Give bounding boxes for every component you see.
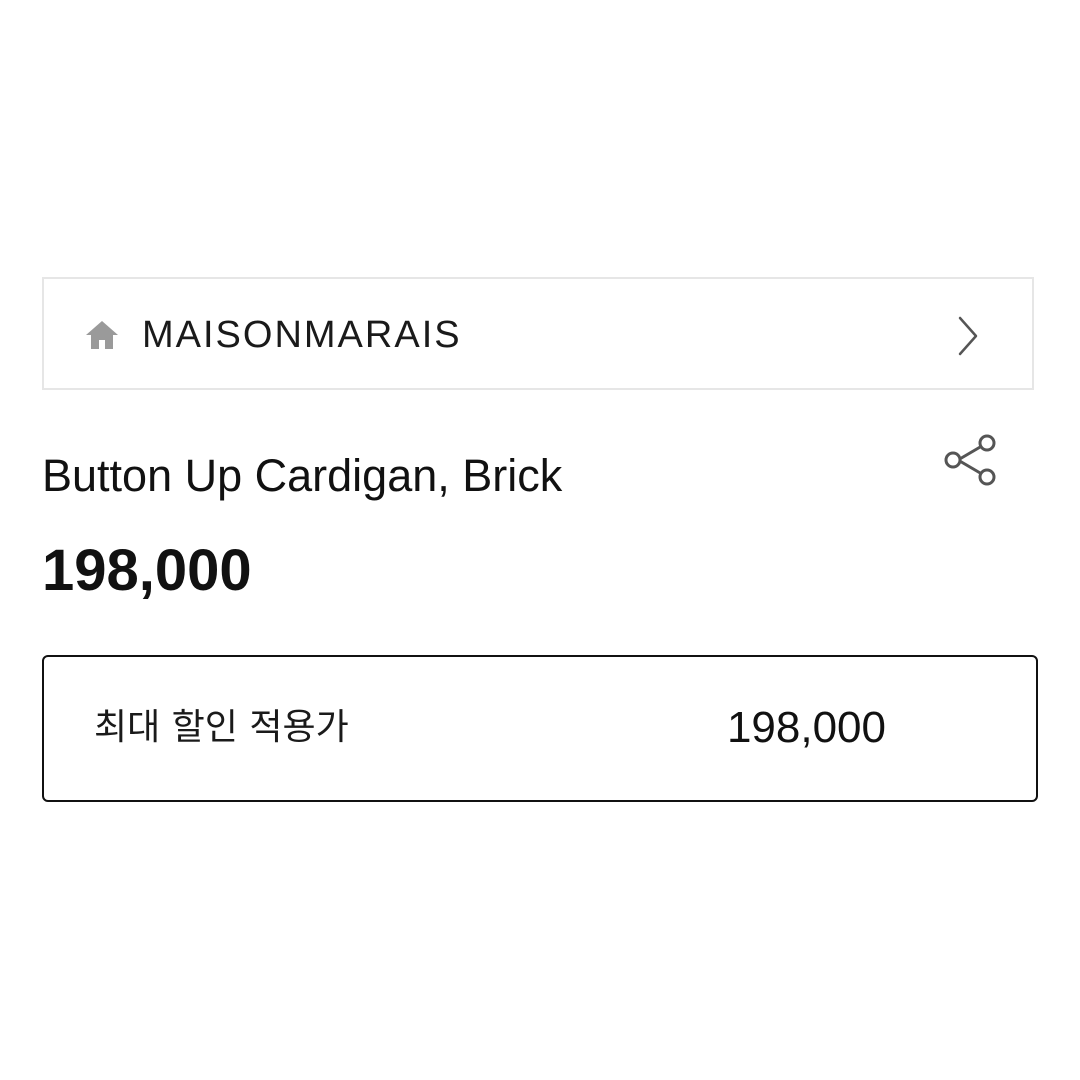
discount-price: 198,000 bbox=[726, 703, 886, 752]
product-title: Button Up Cardigan, Brick bbox=[42, 450, 563, 501]
share-button[interactable] bbox=[940, 430, 1002, 492]
chevron-right-icon bbox=[958, 316, 978, 356]
brand-name: MAISONMARAIS bbox=[142, 314, 462, 356]
brand-store-link[interactable]: MAISONMARAIS bbox=[42, 277, 1034, 390]
discount-label: 최대 할인 적용가 bbox=[94, 707, 349, 748]
share-icon bbox=[944, 434, 996, 486]
product-price: 198,000 bbox=[42, 538, 252, 603]
max-discount-price-box: 최대 할인 적용가 198,000 bbox=[42, 655, 1038, 802]
home-icon bbox=[86, 321, 118, 349]
